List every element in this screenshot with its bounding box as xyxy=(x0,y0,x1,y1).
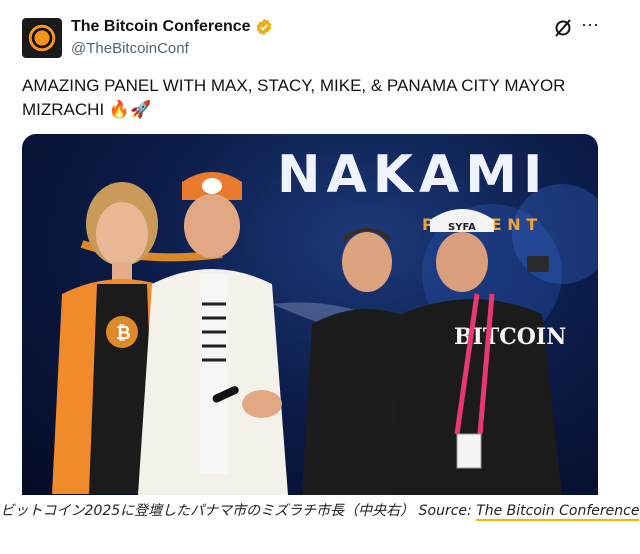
avatar[interactable] xyxy=(22,18,62,58)
tweet-body: AMAZING PANEL WITH MAX, STACY, MIKE, & P… xyxy=(22,76,566,119)
tweet-card: The Bitcoin Conference @TheBitcoinConf ·… xyxy=(0,0,640,495)
grok-icon[interactable] xyxy=(553,18,573,38)
tweet-text: AMAZING PANEL WITH MAX, STACY, MIKE, & P… xyxy=(22,74,602,122)
more-options-icon[interactable]: ··· xyxy=(580,15,600,36)
bitcoin-conference-logo xyxy=(27,23,57,53)
caption-text: ビットコイン2025に登壇したパナマ市のミズラチ市長（中央右） Source: xyxy=(0,503,477,519)
cap-text: SYFA xyxy=(448,222,476,233)
person-max xyxy=(138,172,288,495)
author-name-row: The Bitcoin Conference xyxy=(71,18,273,36)
tweet-photo[interactable]: NAKAMI P R E S E N T ₿ xyxy=(22,134,598,495)
display-name[interactable]: The Bitcoin Conference xyxy=(71,18,251,36)
banner-text: NAKAMI xyxy=(277,145,548,205)
image-caption: ビットコイン2025に登壇したパナマ市のミズラチ市長（中央右） Source: … xyxy=(0,500,640,522)
verified-badge-icon xyxy=(255,18,273,36)
svg-text:₿: ₿ xyxy=(116,323,131,344)
source-link[interactable]: The Bitcoin Conference xyxy=(476,503,640,521)
handle[interactable]: @TheBitcoinConf xyxy=(71,40,189,57)
fire-rocket-emoji: 🔥🚀 xyxy=(108,100,152,119)
stage-photo-illustration: NAKAMI P R E S E N T ₿ xyxy=(52,145,598,495)
